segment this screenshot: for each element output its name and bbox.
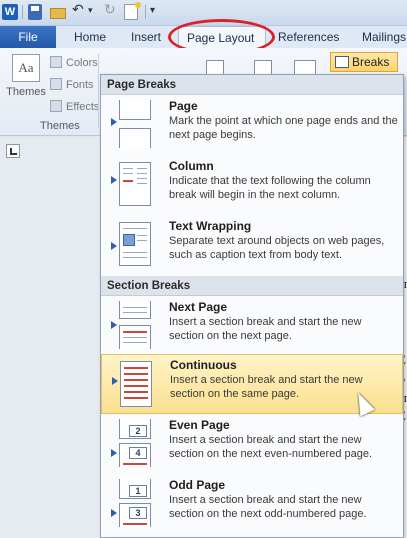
effects-label: Effects [66,101,100,113]
page-number-badge: 4 [129,447,147,459]
new-document-icon[interactable] [124,2,141,20]
continuous-break-icon [112,359,154,407]
undo-dropdown-icon[interactable]: ▾ [88,6,93,16]
themes-group-label: Themes [40,120,80,132]
menu-item-description: Insert a section break and start the new… [169,316,362,342]
themes-icon: Aa [12,54,40,82]
themes-label: Themes [6,86,46,98]
even-page-break-icon: 2 4 [111,419,153,467]
customize-toolbar-icon[interactable]: ▾ [150,5,155,16]
tab-selector-icon[interactable] [6,144,20,158]
colors-icon [50,56,62,68]
menu-item-title: Odd Page [169,478,226,492]
menu-item-title: Column [169,159,214,173]
odd-page-break-icon: 1 3 [111,479,153,527]
page-number-badge: 3 [129,507,147,519]
breaks-icon [335,56,349,68]
fonts-button[interactable]: Fonts [50,76,94,94]
breaks-menu: Page Breaks Page Mark the point at which… [100,74,404,538]
tab-home[interactable]: Home [74,26,106,48]
page-break-icon [111,100,153,148]
tab-references[interactable]: References [278,26,339,48]
document-margin [0,137,100,538]
redo-icon[interactable]: ↻ [104,2,116,18]
menu-item-description: Insert a section break and start the new… [169,494,367,520]
menu-item-title: Next Page [169,300,228,314]
menu-item-title: Text Wrapping [169,219,252,233]
page-number-badge: 1 [129,485,147,497]
menu-item-text-wrapping[interactable]: Text Wrapping Separate text around objec… [101,216,403,274]
tab-page-layout[interactable]: Page Layout [178,26,266,48]
fonts-icon [50,78,62,90]
menu-item-title: Even Page [169,418,230,432]
menu-item-title: Continuous [170,358,237,372]
breaks-label: Breaks [352,55,390,69]
quick-access-toolbar: W ↶ ▾ ↻ ▾ [0,0,407,26]
toolbar-separator [22,5,23,19]
tab-insert[interactable]: Insert [131,26,161,48]
tab-file[interactable]: File [0,26,56,48]
column-break-icon [111,160,153,208]
section-breaks-header: Section Breaks [101,276,403,296]
menu-item-next-page[interactable]: Next Page Insert a section break and sta… [101,297,403,355]
fonts-label: Fonts [66,79,94,91]
menu-item-description: Mark the point at which one page ends an… [169,115,398,141]
menu-item-description: Indicate that the text following the col… [169,175,371,201]
colors-button[interactable]: Colors [50,54,98,72]
page-number-badge: 2 [129,425,147,437]
menu-item-page[interactable]: Page Mark the point at which one page en… [101,96,403,154]
colors-label: Colors [66,57,98,69]
themes-button[interactable]: Aa Themes [6,54,46,104]
tab-mailings[interactable]: Mailings [362,26,406,48]
effects-button[interactable]: Effects [50,98,99,116]
menu-item-even-page[interactable]: 2 4 Even Page Insert a section break and… [101,415,403,473]
ribbon-divider [98,54,99,128]
ribbon-tabs: File Home Insert Page Layout References … [0,26,407,48]
menu-item-description: Insert a section break and start the new… [169,434,373,460]
word-icon[interactable]: W [2,4,18,20]
toolbar-separator [145,5,146,19]
undo-icon[interactable]: ↶ [72,2,84,18]
effects-icon [50,100,62,112]
breaks-button[interactable]: Breaks ▾ [330,52,398,87]
text-wrapping-icon [111,220,153,268]
menu-item-description: Separate text around objects on web page… [169,235,385,261]
next-page-break-icon [111,301,153,349]
page-breaks-header: Page Breaks [101,75,403,95]
open-folder-icon[interactable] [50,4,66,20]
save-icon[interactable] [28,4,42,20]
menu-item-title: Page [169,99,198,113]
menu-item-column[interactable]: Column Indicate that the text following … [101,156,403,214]
menu-item-odd-page[interactable]: 1 3 Odd Page Insert a section break and … [101,475,403,533]
